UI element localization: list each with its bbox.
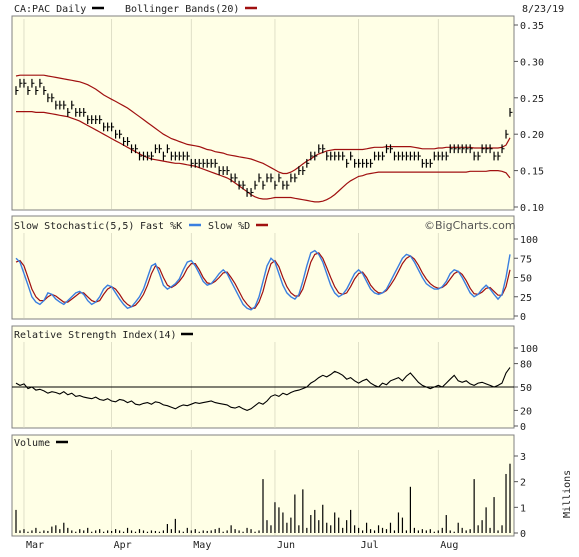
y-tick-label: 25 <box>520 293 532 304</box>
y-tick-label: 100 <box>520 344 538 355</box>
volume-unit-label: Millions <box>562 470 573 518</box>
y-tick-label: 0.10 <box>520 203 544 214</box>
slow-d-label: Slow %D <box>208 221 250 232</box>
y-tick-label: 0.20 <box>520 130 544 141</box>
y-tick-label: 0.15 <box>520 167 544 178</box>
bigcharts-figure: CA:PAC Daily Bollinger Bands(20) 8/23/19… <box>11 4 573 551</box>
chart-date: 8/23/19 <box>522 4 564 15</box>
month-label: Mar <box>26 540 44 551</box>
y-tick-label: 0.35 <box>520 21 544 32</box>
rsi-panel <box>11 325 515 429</box>
stochastic-title: Slow Stochastic(5,5) <box>14 221 134 232</box>
x-axis-month-labels: Mar Apr May Jun Jul Aug <box>26 540 458 551</box>
symbol-label: CA:PAC Daily <box>14 4 86 15</box>
month-label: Aug <box>440 540 458 551</box>
fast-k-label: Fast %K <box>140 221 182 232</box>
y-tick-label: 0.25 <box>520 94 544 105</box>
y-axis-ticks: 0.350.300.250.200.150.101007550250100805… <box>514 21 544 540</box>
overlay-label: Bollinger Bands(20) <box>125 4 239 15</box>
y-tick-label: 0.30 <box>520 57 544 68</box>
volume-title: Volume <box>14 438 50 449</box>
month-label: Apr <box>114 540 132 551</box>
y-tick-label: 1 <box>520 503 526 514</box>
y-tick-label: 50 <box>520 383 532 394</box>
y-tick-label: 2 <box>520 478 526 489</box>
watermark: ©BigCharts.com <box>424 219 516 232</box>
y-tick-label: 80 <box>520 360 532 371</box>
chart-stage: CA:PAC Daily Bollinger Bands(20) 8/23/19… <box>0 0 579 553</box>
rsi-title: Relative Strength Index(14) <box>14 330 177 341</box>
y-tick-label: 0 <box>520 312 526 323</box>
month-label: Jul <box>361 540 379 551</box>
y-tick-label: 0 <box>520 529 526 540</box>
y-tick-label: 0 <box>520 422 526 433</box>
y-tick-label: 3 <box>520 452 526 463</box>
month-label: Jun <box>277 540 295 551</box>
y-tick-label: 100 <box>520 235 538 246</box>
month-label: May <box>193 540 211 551</box>
y-tick-label: 50 <box>520 274 532 285</box>
y-tick-label: 75 <box>520 254 532 265</box>
y-tick-label: 20 <box>520 406 532 417</box>
